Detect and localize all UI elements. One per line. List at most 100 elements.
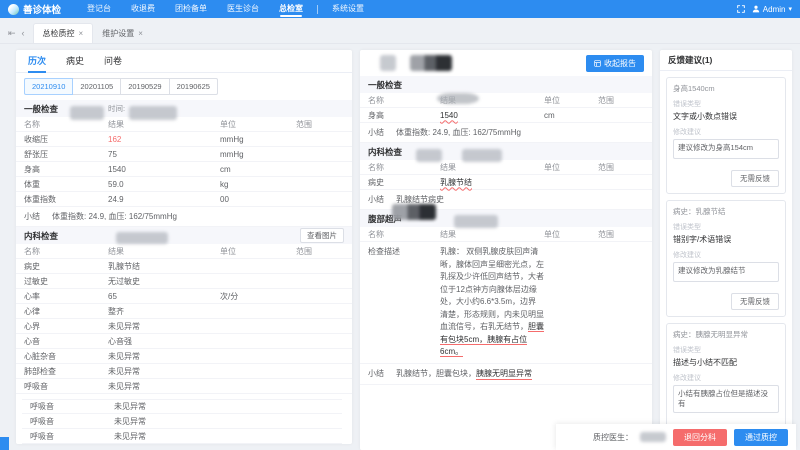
section-general-exam: 一般检查: [360, 76, 652, 93]
nav-item-system-settings[interactable]: 系统设置: [322, 0, 374, 18]
section-abdominal-ultrasound: 腹部超声: [360, 210, 652, 227]
table-row: 呼吸音 未见异常: [22, 399, 342, 414]
date-pill[interactable]: 20190625: [169, 78, 218, 95]
return-to-department-button[interactable]: 退回分科: [673, 429, 727, 446]
app-title: 善诊体检: [23, 2, 61, 16]
col-range: 范围: [598, 229, 652, 240]
user-menu[interactable]: Admin ▾: [752, 5, 792, 14]
table-row: 检查描述 乳腺： 双侧乳腺皮肤回声清晰，腺体回声呈细密光点，左乳探及少许低回声结…: [360, 242, 652, 364]
corner-accent: [0, 437, 9, 450]
suggestion-label: 修改建议: [673, 127, 779, 137]
redacted-blob: [640, 432, 666, 442]
cell-name: 舒张压: [16, 149, 108, 160]
app-logo-icon: [8, 4, 19, 15]
date-pill[interactable]: 20201105: [72, 78, 121, 95]
table-row: 收缩压 162 mmHg: [16, 132, 352, 147]
internal-exam-rows: 病史 乳腺节结 过敏史 无过敏史 心率 65 次/分 心律 整齐 心界 未见异常…: [16, 259, 352, 444]
tab-questionnaire[interactable]: 问卷: [104, 50, 122, 73]
cell-result: 65: [108, 292, 220, 301]
cell-result: 未见异常: [108, 366, 220, 377]
dismiss-feedback-button[interactable]: 无需反馈: [731, 170, 779, 187]
nav-item-group-exam[interactable]: 团检备单: [165, 0, 217, 18]
date-pill[interactable]: 20210910: [24, 78, 73, 95]
close-icon[interactable]: ×: [79, 29, 84, 38]
col-name: 名称: [16, 119, 108, 130]
cell-result: 75: [108, 150, 220, 159]
redacted-blob: [462, 149, 502, 162]
app-brand: 善诊体检: [8, 2, 61, 16]
fullscreen-icon[interactable]: [737, 5, 745, 13]
qc-doctor-label: 质控医生：: [593, 432, 633, 443]
collapse-report-button[interactable]: 收起报告: [586, 55, 644, 72]
section-title: 一般检查: [24, 103, 58, 115]
cell-result: 乳腺节结: [108, 261, 220, 272]
redacted-blob: [454, 215, 498, 228]
nav-item-fees[interactable]: 收退费: [121, 0, 165, 18]
col-result: 结果: [108, 119, 220, 130]
error-type-label: 错误类型: [673, 345, 779, 355]
scroll-left-icon[interactable]: ‹: [22, 28, 25, 39]
user-icon: [752, 5, 760, 13]
col-unit: 单位: [544, 162, 598, 173]
col-range: 范围: [598, 162, 652, 173]
date-pill[interactable]: 20190529: [120, 78, 169, 95]
section-title: 内科检查: [368, 146, 402, 158]
col-range: 范围: [296, 119, 352, 130]
feedback-target: 身高1540cm: [673, 84, 779, 94]
cell-result: 1540: [108, 165, 220, 174]
tab-maintenance-settings[interactable]: 维护设置 ×: [93, 23, 152, 43]
redacted-blob: [410, 55, 452, 71]
suggestion-input[interactable]: 小结有胰腺占位但是描述没有: [673, 385, 779, 413]
tab-medical-history[interactable]: 病史: [66, 50, 84, 73]
feedback-card: 身高1540cm 错误类型 文字或小数点错误 修改建议 建议修改为身高154cm…: [666, 77, 786, 194]
view-image-button[interactable]: 查看图片: [300, 228, 344, 243]
section-title: 一般检查: [368, 79, 402, 91]
close-icon[interactable]: ×: [138, 29, 143, 38]
nav-item-doctor-station[interactable]: 医生诊台: [217, 0, 269, 18]
suggestion-label: 修改建议: [673, 250, 779, 260]
cell-name: 收缩压: [16, 134, 108, 145]
cell-name: 呼吸音: [22, 416, 114, 427]
table-row: 心音 心音强: [16, 334, 352, 349]
col-result: 结果: [108, 246, 220, 257]
scroll-to-start-icon[interactable]: ⇤: [8, 28, 16, 39]
cell-result: 未见异常: [114, 401, 226, 412]
feedback-target: 病史：胰腺无明显异常: [673, 330, 779, 340]
cell-result: 乳腺： 双侧乳腺皮肤回声清晰，腺体回声呈细密光点，左乳探及少许低回声结节，大者位…: [440, 246, 544, 359]
cell-name: 呼吸音: [22, 401, 114, 412]
table-header-row: 名称 结果 单位 范围: [360, 93, 652, 108]
table-row: 舒张压 75 mmHg: [16, 147, 352, 162]
pass-qc-button[interactable]: 通过质控: [734, 429, 788, 446]
feedback-target: 病史：乳腺节结: [673, 207, 779, 217]
table-header-row: 名称 结果 单位 范围: [16, 117, 352, 132]
cell-unit: cm: [544, 111, 598, 120]
col-name: 名称: [16, 246, 108, 257]
cell-name: 体重指数: [16, 194, 108, 205]
feedback-panel: 反馈建议(1) 身高1540cm 错误类型 文字或小数点错误 修改建议 建议修改…: [660, 50, 792, 450]
table-row: 身高 1540 cm: [16, 162, 352, 177]
cell-result: 未见异常: [108, 351, 220, 362]
report-icon: [594, 60, 601, 67]
redacted-blob: [70, 106, 104, 120]
tab-qc-control[interactable]: 总检质控 ×: [33, 23, 94, 43]
error-type-value: 文字或小数点错误: [673, 111, 779, 122]
summary-flagged-text: 胰腺无明显异常: [476, 368, 532, 380]
cell-result: 未见异常: [108, 321, 220, 332]
cell-name: 身高: [360, 110, 440, 121]
suggestion-label: 修改建议: [673, 373, 779, 383]
tab-previous-visits[interactable]: 历次: [28, 50, 46, 73]
section-general-exam: 一般检查 时间:: [16, 100, 352, 117]
suggestion-input[interactable]: 建议修改为乳腺结节: [673, 262, 779, 282]
feedback-card: 病史：乳腺节结 错误类型 错别字/术语错误 修改建议 建议修改为乳腺结节 无需反…: [666, 200, 786, 317]
nav-item-registration[interactable]: 登记台: [77, 0, 121, 18]
nav-item-general-exam-room[interactable]: 总检室: [269, 0, 313, 18]
suggestion-input[interactable]: 建议修改为身高154cm: [673, 139, 779, 159]
col-range: 范围: [296, 246, 352, 257]
table-header-row: 名称 结果 单位 范围: [16, 244, 352, 259]
table-row: 心律 整齐: [16, 304, 352, 319]
report-header: 收起报告: [360, 50, 652, 76]
dismiss-feedback-button[interactable]: 无需反馈: [731, 293, 779, 310]
history-panel: 历次 病史 问卷 20210910 20201105 20190529 2019…: [16, 50, 352, 444]
table-row: 肺部检查 未见异常: [16, 364, 352, 379]
col-result: 结果: [440, 162, 544, 173]
